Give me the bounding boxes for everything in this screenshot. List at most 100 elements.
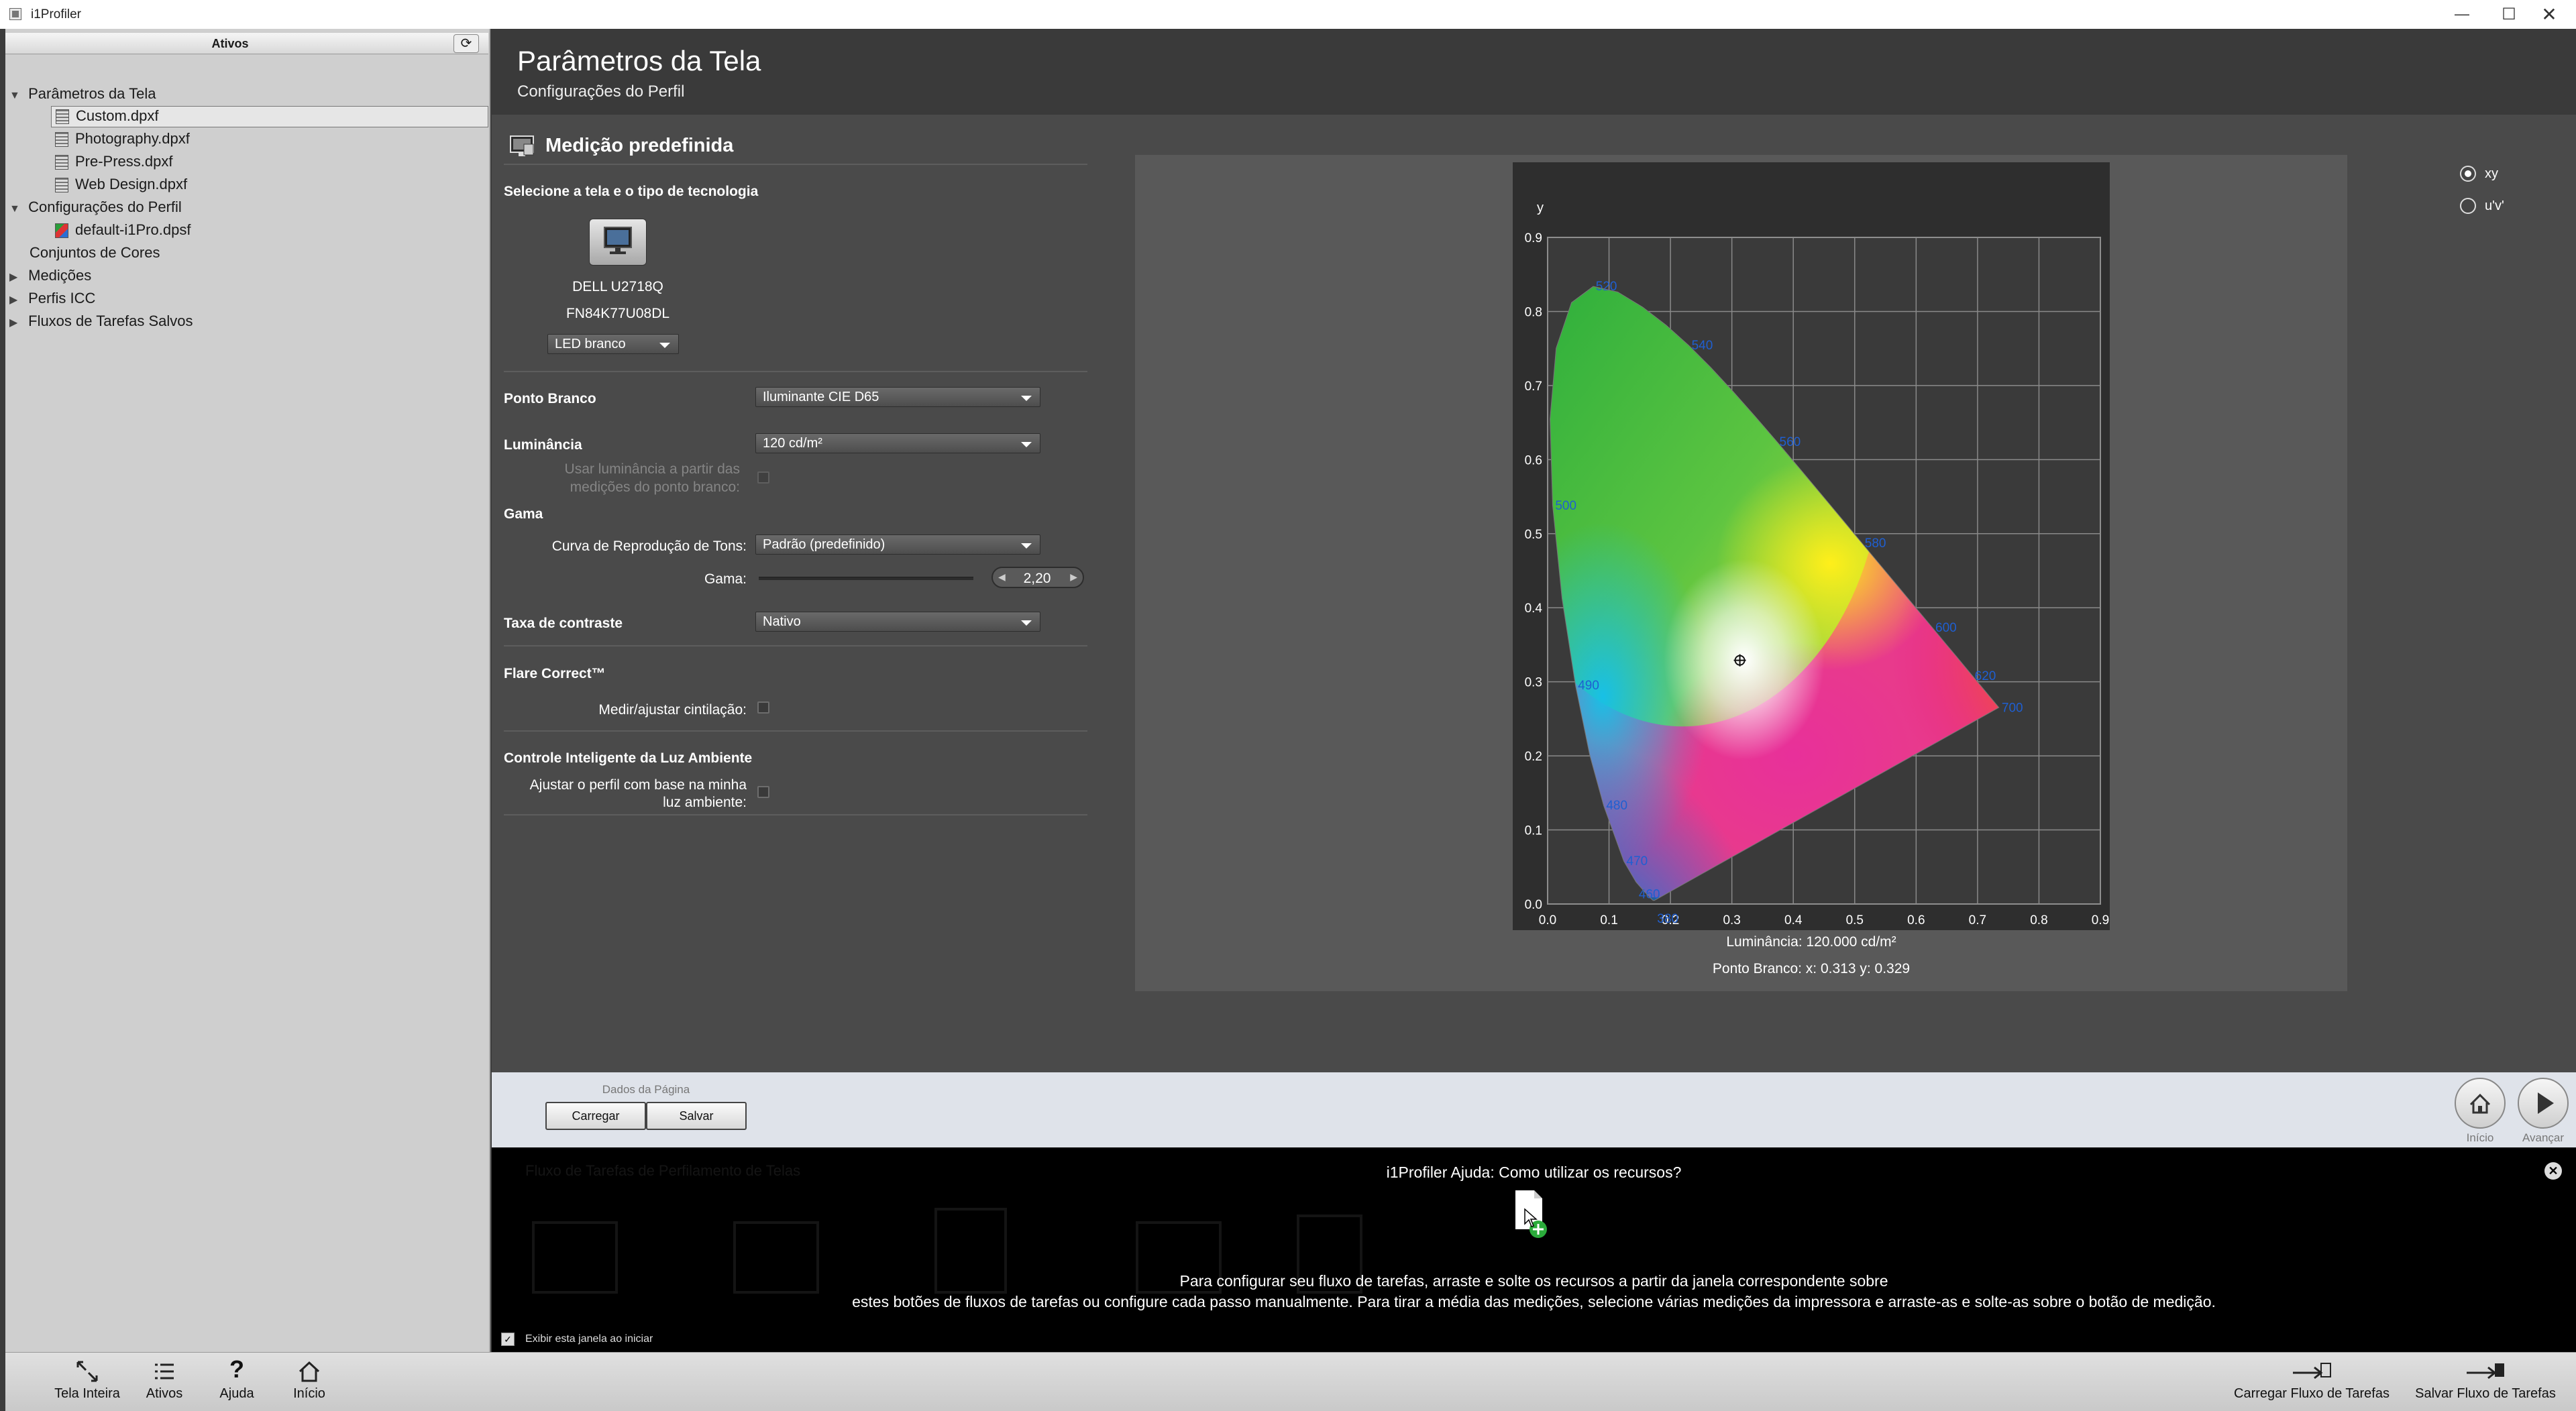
play-icon [2538,1092,2554,1114]
decrement-icon[interactable]: ◀ [998,571,1006,583]
tree-item-display-settings[interactable]: ▼ Parâmetros da Tela [9,84,156,104]
ambient-checkbox[interactable] [757,786,769,798]
y-tick-label: 0.4 [1525,602,1543,616]
tree-item-label: Perfis ICC [28,290,96,306]
monitor-select-button[interactable] [589,219,647,266]
white-point-label: Ponto Branco [504,391,596,406]
flare-checkbox[interactable] [757,701,769,714]
contrast-label: Taxa de contraste [504,616,623,631]
help-label: Ajuda [219,1386,254,1401]
expanded-triangle-icon[interactable]: ▼ [9,86,24,106]
gamma-stepper[interactable]: ◀ 2,20 ▶ [991,567,1084,588]
trc-dropdown[interactable]: Padrão (predefinido) [755,534,1040,555]
tree-item-custom[interactable]: Custom.dpxf [51,106,488,127]
minimize-icon[interactable]: — [2435,1,2489,27]
chevron-down-icon [1021,396,1032,401]
tree-item-saved-workflows[interactable]: ▶ Fluxos de Tarefas Salvos [9,311,193,331]
expanded-triangle-icon[interactable]: ▼ [9,199,24,219]
show-on-start-label: Exibir esta janela ao iniciar [525,1333,653,1345]
white-point-dropdown[interactable]: Iluminante CIE D65 [755,387,1040,407]
chevron-down-icon [659,343,670,348]
tree-item-webdesign[interactable]: Web Design.dpxf [55,174,187,194]
y-axis-label: y [1537,201,1544,215]
close-help-icon[interactable]: ✕ [2544,1162,2562,1180]
trc-value: Padrão (predefinido) [763,537,885,552]
contrast-value: Nativo [763,614,801,629]
load-workflow-button[interactable]: Carregar Fluxo de Tarefas [2226,1353,2398,1411]
flare-title: Flare Correct™ [504,666,606,681]
assets-button[interactable]: Ativos [134,1353,195,1411]
page-title: Parâmetros da Tela [517,45,761,76]
tree-item-label: Configurações do Perfil [28,199,182,215]
divider [504,814,1087,815]
save-workflow-label: Salvar Fluxo de Tarefas [2415,1386,2556,1401]
assets-label: Ativos [146,1386,183,1401]
gamma-slider-track[interactable] [759,577,973,580]
help-icon: ? [229,1355,244,1383]
tree-item-icc-profiles[interactable]: ▶ Perfis ICC [9,288,95,308]
fullscreen-button[interactable]: Tela Inteira [40,1353,134,1411]
luminance-dropdown[interactable]: 120 cd/m² [755,433,1040,453]
use-luminance-checkbox[interactable] [757,471,769,484]
ambient-label-1: Ajustar o perfil com base na minha [529,777,747,793]
tree-item-color-sets[interactable]: Conjuntos de Cores [30,243,160,263]
wavelength-label: 560 [1780,435,1801,449]
gamma-value[interactable]: 2,20 [1017,571,1057,587]
y-tick-label: 0.3 [1525,676,1542,690]
wavelength-label: 500 [1555,499,1576,513]
save-workflow-button[interactable]: Salvar Fluxo de Tarefas [2402,1353,2569,1411]
wavelength-label: 380 [1657,912,1678,926]
monitor-name: DELL U2718Q [572,279,663,294]
x-tick-label: 0.1 [1600,913,1617,927]
gamma-section-title: Gama [504,506,543,522]
close-icon[interactable]: ✕ [2522,1,2576,27]
tree-item-label: Fluxos de Tarefas Salvos [28,313,193,329]
wavelength-label: 490 [1578,679,1599,693]
collapsed-triangle-icon[interactable]: ▶ [9,268,24,288]
monitor-serial: FN84K77U08DL [566,306,670,321]
file-icon [56,109,69,125]
home-toolbar-label: Início [293,1386,325,1401]
tree-item-prepress[interactable]: Pre-Press.dpxf [55,152,173,172]
load-button[interactable]: Carregar [545,1102,646,1130]
radio-uv[interactable] [2460,198,2476,214]
wavelength-label: 520 [1596,280,1617,294]
technology-dropdown[interactable]: LED branco [547,334,679,354]
profile-file-icon [55,223,68,239]
y-tick-label: 0.6 [1525,453,1542,467]
wavelength-label: 700 [2002,701,2023,715]
chromaticity-chart-frame: 0.0 0.1 0.2 0.3 0.4 0.5 0.6 0.7 0.8 0.9 0.0 0.1 0.2 0… [1513,162,2133,930]
radio-xy[interactable] [2460,166,2476,182]
save-button[interactable]: Salvar [646,1102,747,1130]
refresh-icon[interactable]: ⟳ [453,34,479,53]
tree-item-measurements[interactable]: ▶ Medições [9,266,91,286]
tree-item-photography[interactable]: Photography.dpxf [55,129,190,149]
use-luminance-label-2: medições do ponto branco: [570,479,740,495]
next-button[interactable] [2518,1078,2569,1129]
radio-xy-label: xy [2485,166,2498,181]
collapsed-triangle-icon[interactable]: ▶ [9,313,24,333]
contrast-dropdown[interactable]: Nativo [755,612,1040,632]
sidebar-header: Ativos ⟳ [5,33,488,54]
tree-item-profile-settings[interactable]: ▼ Configurações do Perfil [9,197,182,217]
divider [504,730,1087,732]
window-title: i1Profiler [31,7,81,21]
technology-value: LED branco [555,337,626,351]
tree-item-default-i1pro[interactable]: default-i1Pro.dpsf [55,220,191,240]
show-on-start-checkbox[interactable]: ✓ [501,1333,515,1346]
wavelength-label: 600 [1935,621,1957,635]
save-workflow-icon [2467,1363,2504,1379]
home-button[interactable] [2455,1078,2506,1129]
y-tick-label: 0.8 [1525,305,1542,319]
assets-sidebar: Ativos ⟳ ▼ Parâmetros da Tela Custom.dpx… [5,29,490,1352]
increment-icon[interactable]: ▶ [1070,571,1077,583]
tree-item-label: Medições [28,267,92,284]
home-icon [299,1361,320,1382]
chevron-down-icon [1021,620,1032,626]
home-toolbar-button[interactable]: Início [279,1353,339,1411]
page-header: Parâmetros da Tela Configurações do Perf… [492,29,2576,115]
collapsed-triangle-icon[interactable]: ▶ [9,290,24,311]
chromaticity-diagram: 0.0 0.1 0.2 0.3 0.4 0.5 0.6 0.7 0.8 0.90.00.10.20… [1525,201,2133,927]
help-button[interactable]: ? Ajuda [207,1353,267,1411]
y-tick-label: 0.5 [1525,528,1542,542]
